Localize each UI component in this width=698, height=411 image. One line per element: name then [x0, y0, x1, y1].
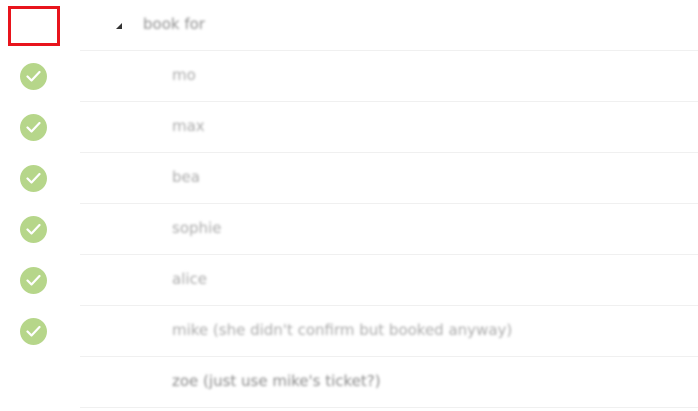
task-title: zoe (just use mike's ticket?): [172, 372, 381, 390]
task-row[interactable]: sophie: [0, 204, 698, 255]
checkmark-icon[interactable]: [20, 114, 47, 141]
task-title-parent: book for: [143, 15, 205, 33]
triangle-down-icon[interactable]: [114, 17, 126, 29]
task-title: max: [172, 117, 205, 135]
task-row[interactable]: max: [0, 102, 698, 153]
task-title: bea: [172, 168, 200, 186]
task-checkbox-parent[interactable]: [8, 6, 60, 46]
task-title: sophie: [172, 219, 222, 237]
checkmark-icon[interactable]: [20, 267, 47, 294]
task-row[interactable]: alice: [0, 255, 698, 306]
task-row-parent[interactable]: book for: [0, 0, 698, 51]
checkmark-icon[interactable]: [20, 165, 47, 192]
task-row[interactable]: mike (she didn't confirm but booked anyw…: [0, 306, 698, 357]
checkmark-icon[interactable]: [20, 216, 47, 243]
task-title: alice: [172, 270, 208, 288]
task-list: book for mo max bea sophie alice mike (s…: [0, 0, 698, 408]
task-title: mo: [172, 66, 196, 84]
checkmark-icon[interactable]: [20, 63, 47, 90]
task-row[interactable]: zoe (just use mike's ticket?): [0, 357, 698, 408]
row-divider: [80, 407, 698, 408]
task-row[interactable]: bea: [0, 153, 698, 204]
task-row[interactable]: mo: [0, 51, 698, 102]
checkmark-icon[interactable]: [20, 318, 47, 345]
task-title: mike (she didn't confirm but booked anyw…: [172, 321, 513, 339]
